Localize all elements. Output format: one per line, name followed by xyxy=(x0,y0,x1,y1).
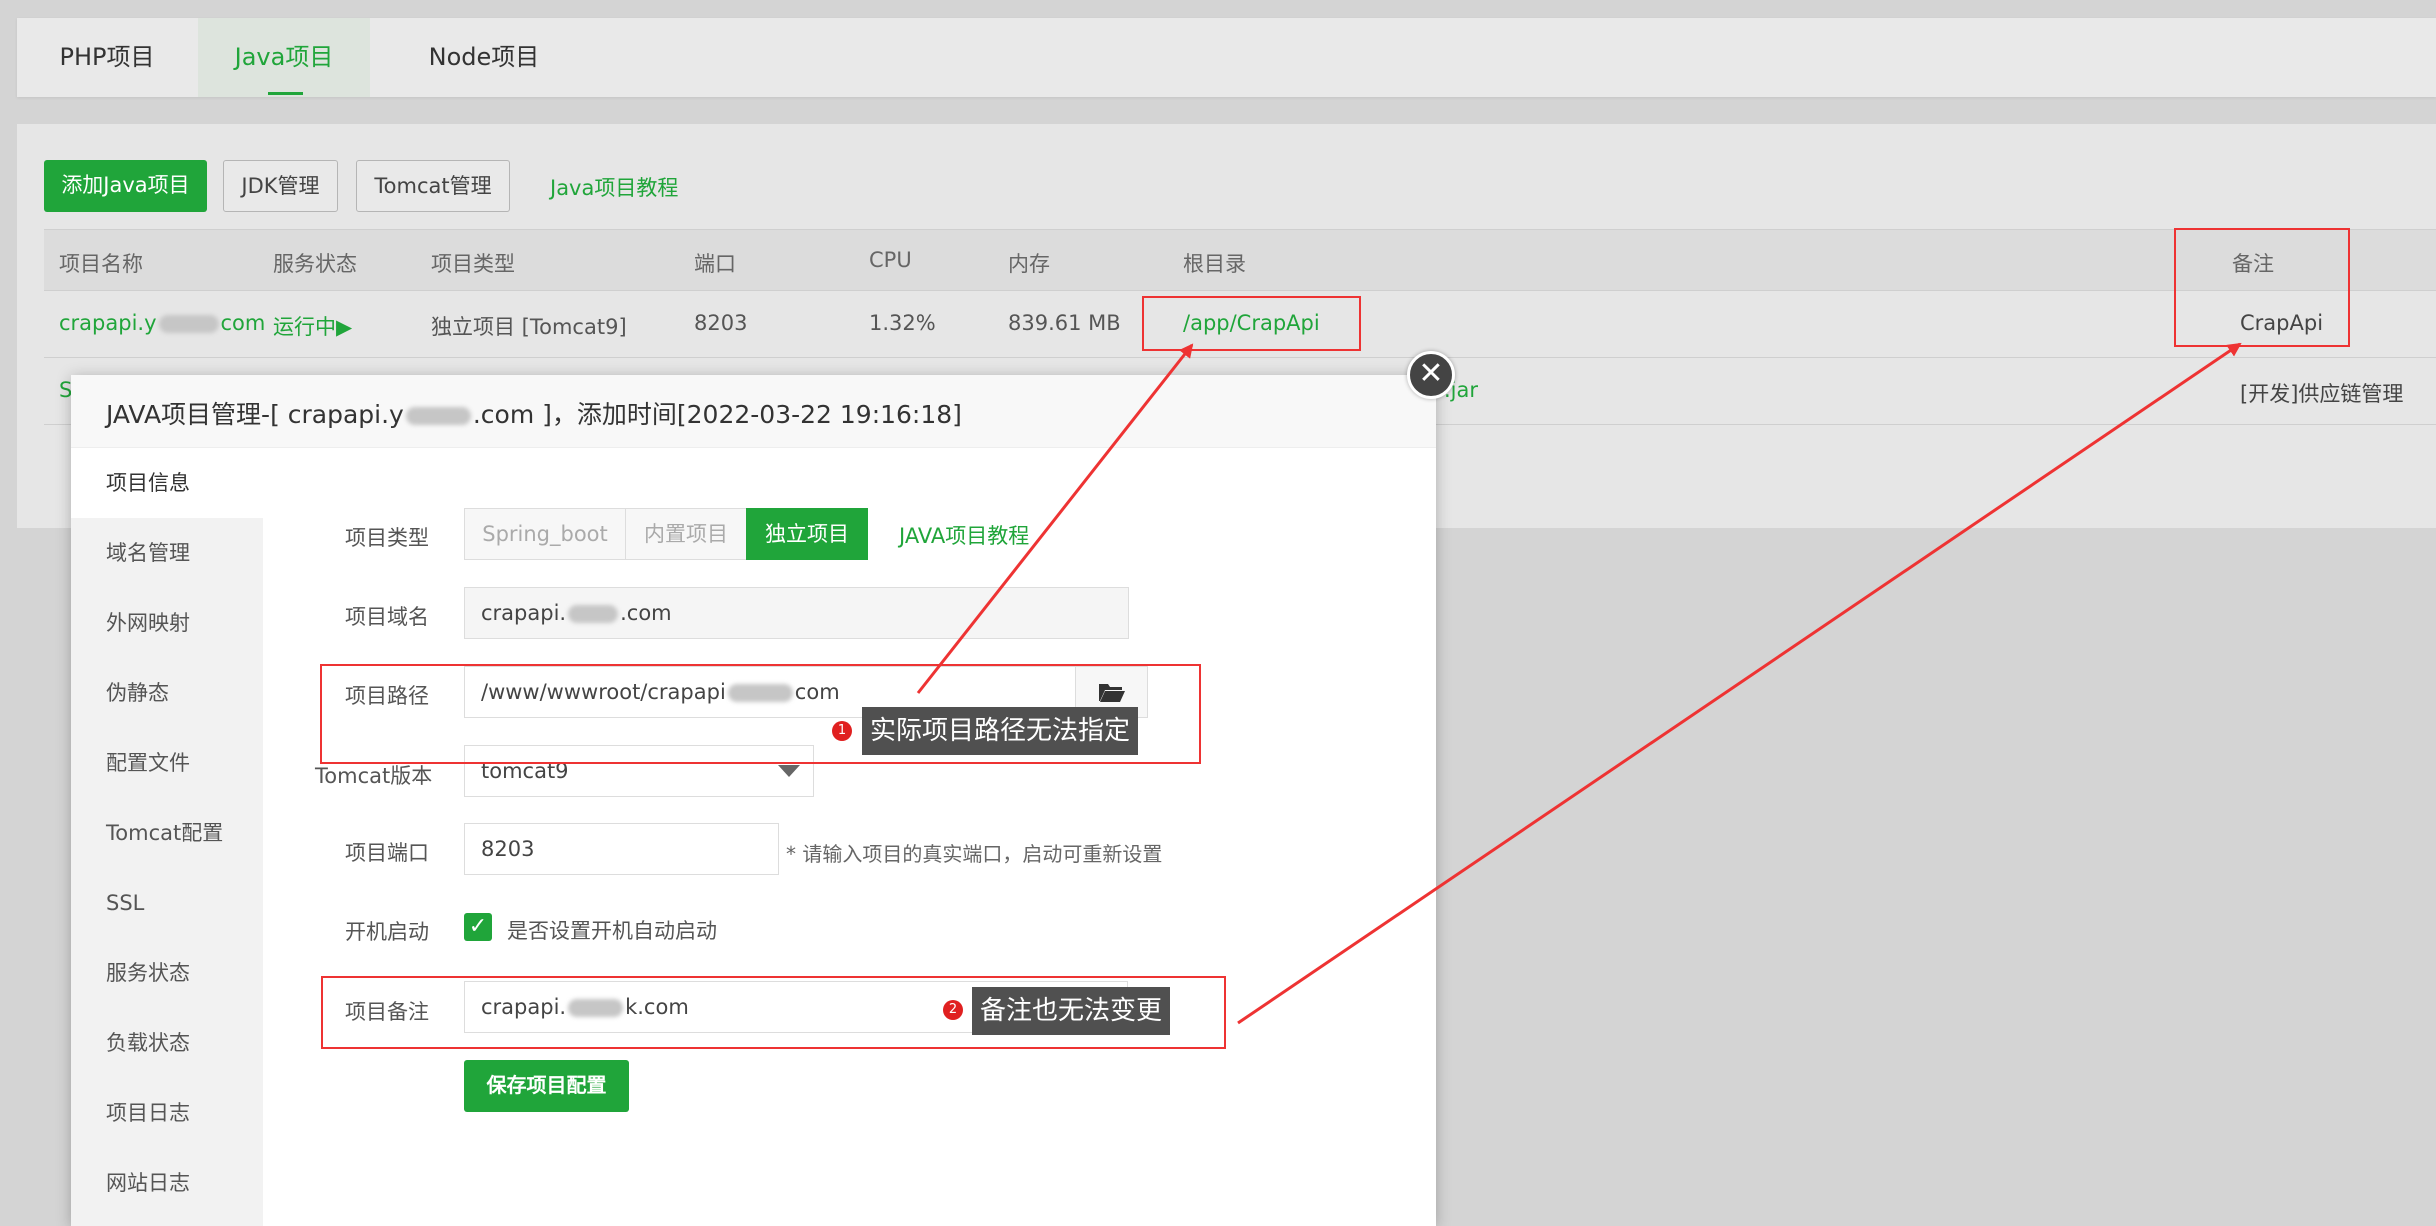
annotation-badge-2: 2 xyxy=(943,1000,963,1020)
annotation-note-remark: 备注也无法变更 xyxy=(972,987,1171,1035)
annotation-arrows xyxy=(916,342,2242,1025)
arrow-to-root-dir xyxy=(916,343,1194,694)
arrow-to-remark xyxy=(1237,342,2242,1025)
annotation-badge-1: 1 xyxy=(832,721,852,741)
annotation-note-path: 实际项目路径无法指定 xyxy=(862,707,1139,755)
